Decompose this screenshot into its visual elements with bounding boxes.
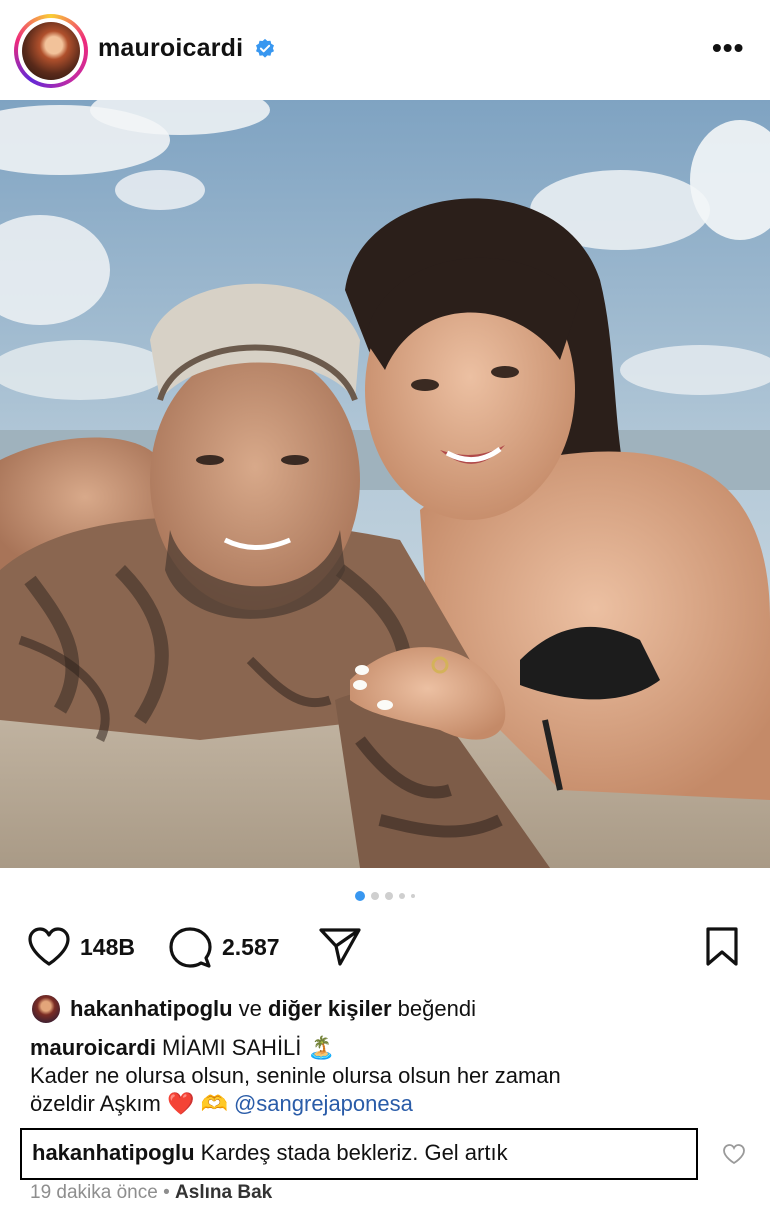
likes-count[interactable]: 148B — [80, 934, 135, 961]
liked-by-suffix: beğendi — [391, 996, 476, 1021]
carousel-dot-active — [355, 891, 365, 901]
carousel-indicator — [0, 890, 770, 902]
comment-like-heart-icon[interactable] — [722, 1143, 746, 1165]
see-translation-link[interactable]: Aslına Bak — [175, 1182, 272, 1203]
comments-count[interactable]: 2.587 — [222, 934, 280, 961]
island-emoji-icon: 🏝️ — [307, 1035, 335, 1060]
carousel-dot — [385, 892, 393, 900]
caption-line: özeldir Aşkım — [30, 1091, 167, 1116]
liked-by-row[interactable]: hakanhatipoglu ve diğer kişiler beğendi — [30, 992, 476, 1026]
comment-text: Kardeş stada bekleriz. Gel artık — [194, 1140, 508, 1165]
comment-icon[interactable] — [168, 926, 212, 970]
heart-hands-emoji-icon: ❤️ 🫶 — [166, 1091, 234, 1116]
liked-by-connector: ve — [232, 996, 269, 1021]
liker-username[interactable]: hakanhatipoglu — [70, 996, 233, 1021]
meta-separator: • — [157, 1182, 176, 1203]
carousel-dot — [411, 894, 415, 898]
action-bar: 148B 2.587 — [0, 922, 770, 972]
comment-author[interactable]: hakanhatipoglu — [32, 1140, 195, 1165]
beach-selfie-image — [0, 100, 770, 868]
post-caption: mauroicardi MİAMI SAHİLİ 🏝️ Kader ne olu… — [30, 1034, 730, 1118]
caption-author[interactable]: mauroicardi — [30, 1035, 156, 1060]
username[interactable]: mauroicardi — [98, 34, 243, 63]
caption-title: MİAMI SAHİLİ — [155, 1035, 308, 1060]
mention-link[interactable]: @sangrejaponesa — [234, 1091, 413, 1116]
carousel-dot — [371, 892, 379, 900]
liked-by-others[interactable]: diğer kişiler — [268, 996, 392, 1021]
like-heart-icon[interactable] — [26, 926, 72, 968]
liker-avatar[interactable] — [30, 993, 62, 1025]
post-photo[interactable] — [0, 100, 770, 868]
timestamp: 19 dakika önce — [30, 1182, 158, 1203]
carousel-dot — [399, 893, 405, 899]
bookmark-save-icon[interactable] — [704, 926, 740, 968]
avatar[interactable] — [22, 22, 80, 80]
caption-line: Kader ne olursa olsun, seninle olursa ol… — [30, 1063, 561, 1088]
post-header: mauroicardi ••• — [0, 0, 770, 100]
more-options-icon[interactable]: ••• — [712, 34, 744, 62]
comment: hakanhatipoglu Kardeş stada bekleriz. Ge… — [32, 1140, 508, 1166]
verified-badge-icon — [256, 38, 274, 58]
post-meta: 19 dakika önce • Aslına Bak — [30, 1182, 272, 1204]
share-send-icon[interactable] — [318, 926, 362, 968]
